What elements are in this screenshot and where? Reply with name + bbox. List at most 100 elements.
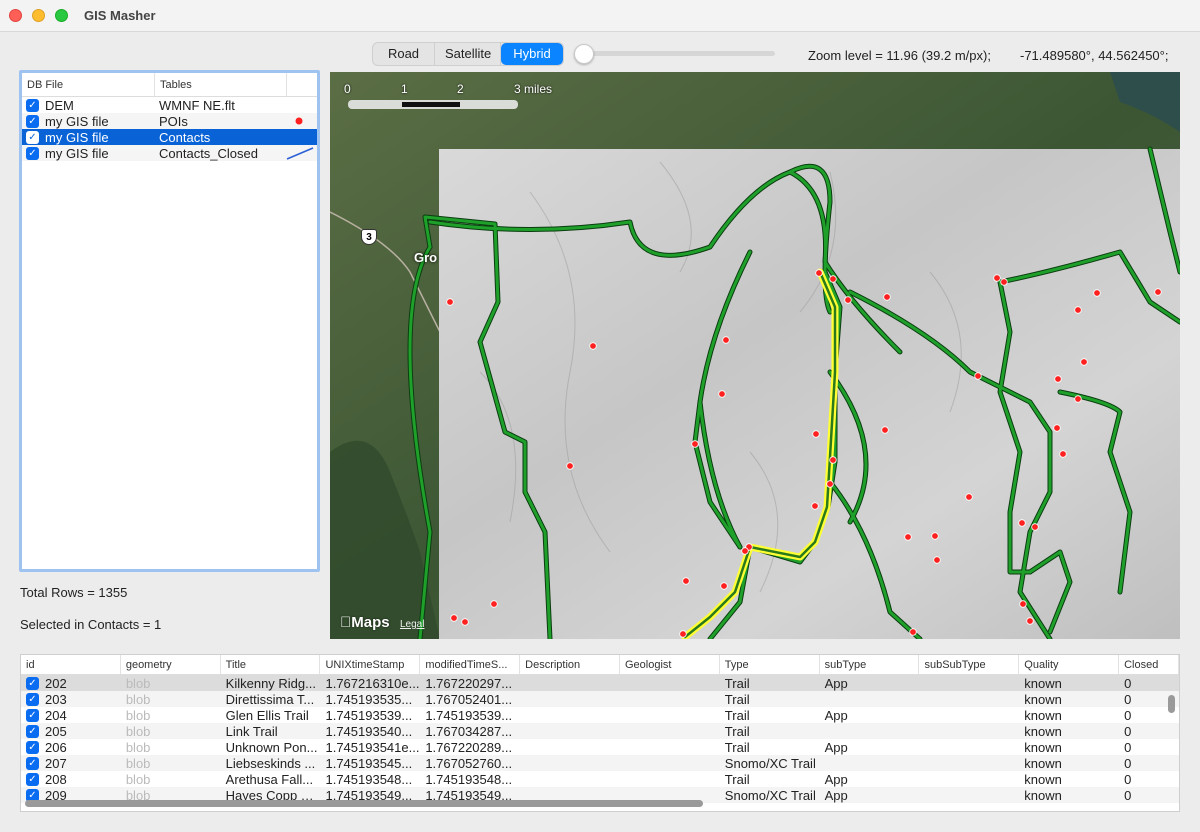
column-header-description[interactable]: Description bbox=[520, 655, 620, 674]
column-header-db-file[interactable]: DB File bbox=[22, 73, 155, 96]
db-table-row[interactable]: ✓ my GIS file Contacts bbox=[22, 129, 317, 145]
poi-marker[interactable] bbox=[815, 269, 823, 277]
poi-marker[interactable] bbox=[993, 274, 1001, 282]
poi-marker[interactable] bbox=[1093, 289, 1101, 297]
column-header-geometry[interactable]: geometry bbox=[121, 655, 221, 674]
map-type-hybrid-button[interactable]: Hybrid bbox=[501, 43, 563, 65]
poi-marker[interactable] bbox=[826, 480, 834, 488]
minimize-window-button[interactable] bbox=[32, 9, 45, 22]
column-header-title[interactable]: Title bbox=[221, 655, 321, 674]
poi-marker[interactable] bbox=[461, 618, 469, 626]
poi-marker[interactable] bbox=[450, 614, 458, 622]
poi-marker[interactable] bbox=[1074, 395, 1082, 403]
poi-marker[interactable] bbox=[881, 426, 889, 434]
db-file-cell: ✓ my GIS file bbox=[22, 146, 155, 161]
row-checkbox[interactable]: ✓ bbox=[26, 772, 39, 786]
table-row[interactable]: ✓ 202 blob Kilkenny Ridg... 1.767216310e... 1… bbox=[21, 675, 1179, 691]
cell-geometry: blob bbox=[125, 723, 151, 739]
column-header-subsubtype[interactable]: subSubType bbox=[919, 655, 1020, 674]
zoom-slider-knob[interactable] bbox=[573, 44, 594, 64]
poi-marker[interactable] bbox=[741, 547, 749, 555]
table-row[interactable]: ✓ 203 blob Direttissima T... 1.745193535... 1… bbox=[21, 691, 1179, 707]
poi-marker[interactable] bbox=[811, 502, 819, 510]
scale-label-1: 1 bbox=[401, 82, 408, 96]
maps-legal-link[interactable]: Legal bbox=[400, 619, 424, 630]
db-file-table[interactable]: DB File Tables ✓ DEM WMNF NE.flt ✓ my GIS fi… bbox=[19, 70, 320, 572]
poi-marker[interactable] bbox=[974, 372, 982, 380]
zoom-slider-track[interactable] bbox=[578, 51, 775, 56]
poi-marker[interactable] bbox=[679, 630, 687, 638]
poi-marker[interactable] bbox=[1074, 306, 1082, 314]
cell-type: Trail bbox=[724, 739, 750, 755]
horizontal-scrollbar[interactable] bbox=[25, 800, 703, 807]
db-table-row[interactable]: ✓ my GIS file Contacts_Closed bbox=[22, 145, 317, 161]
town-label: Gro bbox=[414, 250, 438, 265]
poi-marker[interactable] bbox=[933, 556, 941, 564]
row-checkbox[interactable]: ✓ bbox=[26, 676, 39, 690]
poi-marker[interactable] bbox=[904, 533, 912, 541]
poi-marker[interactable] bbox=[446, 298, 454, 306]
table-row[interactable]: ✓ 208 blob Arethusa Fall... 1.745193548... 1.… bbox=[21, 771, 1179, 787]
poi-marker[interactable] bbox=[1026, 617, 1034, 625]
poi-marker[interactable] bbox=[1019, 600, 1027, 608]
poi-marker[interactable] bbox=[1154, 288, 1162, 296]
poi-marker[interactable] bbox=[1080, 358, 1088, 366]
column-header-geologist[interactable]: Geologist bbox=[620, 655, 720, 674]
column-header-unix-timestamp[interactable]: UNIXtimeStamp bbox=[320, 655, 421, 674]
close-window-button[interactable] bbox=[9, 9, 22, 22]
table-row[interactable]: ✓ 207 blob Liebseskinds ... 1.745193545... 1.… bbox=[21, 755, 1179, 771]
poi-marker[interactable] bbox=[1031, 523, 1039, 531]
poi-marker[interactable] bbox=[1054, 375, 1062, 383]
poi-marker[interactable] bbox=[490, 600, 498, 608]
poi-marker[interactable] bbox=[718, 390, 726, 398]
column-header-subtype[interactable]: subType bbox=[820, 655, 920, 674]
row-checkbox[interactable]: ✓ bbox=[26, 708, 39, 722]
poi-marker[interactable] bbox=[1059, 450, 1067, 458]
poi-marker[interactable] bbox=[566, 462, 574, 470]
row-checkbox[interactable]: ✓ bbox=[26, 740, 39, 754]
poi-marker[interactable] bbox=[829, 275, 837, 283]
column-header-tables[interactable]: Tables bbox=[155, 73, 287, 96]
map-type-road-button[interactable]: Road bbox=[373, 43, 435, 65]
row-checkbox[interactable]: ✓ bbox=[26, 756, 39, 770]
row-checkbox[interactable]: ✓ bbox=[26, 724, 39, 738]
column-header-id[interactable]: id bbox=[21, 655, 121, 674]
poi-marker[interactable] bbox=[691, 440, 699, 448]
layer-visible-checkbox[interactable]: ✓ bbox=[26, 146, 39, 160]
column-header-quality[interactable]: Quality bbox=[1019, 655, 1120, 674]
layer-visible-checkbox[interactable]: ✓ bbox=[26, 98, 39, 112]
poi-marker[interactable] bbox=[965, 493, 973, 501]
poi-marker[interactable] bbox=[682, 577, 690, 585]
vertical-scrollbar[interactable] bbox=[1168, 695, 1175, 713]
poi-marker[interactable] bbox=[1000, 278, 1008, 286]
poi-marker[interactable] bbox=[1018, 519, 1026, 527]
table-row[interactable]: ✓ 205 blob Link Trail 1.745193540... 1.767034… bbox=[21, 723, 1179, 739]
poi-marker[interactable] bbox=[931, 532, 939, 540]
column-header-closed[interactable]: Closed bbox=[1119, 655, 1179, 674]
poi-marker[interactable] bbox=[829, 456, 837, 464]
contacts-data-table[interactable]: id geometry Title UNIXtimeStamp modified… bbox=[20, 654, 1180, 812]
poi-marker[interactable] bbox=[883, 293, 891, 301]
poi-marker[interactable] bbox=[589, 342, 597, 350]
poi-marker[interactable] bbox=[844, 296, 852, 304]
layer-visible-checkbox[interactable]: ✓ bbox=[26, 114, 39, 128]
layer-symbol bbox=[285, 113, 317, 129]
map-type-satellite-button[interactable]: Satellite bbox=[435, 43, 501, 65]
poi-marker[interactable] bbox=[722, 336, 730, 344]
db-table-row[interactable]: ✓ DEM WMNF NE.flt bbox=[22, 97, 317, 113]
layer-visible-checkbox[interactable]: ✓ bbox=[26, 130, 39, 144]
poi-marker[interactable] bbox=[720, 582, 728, 590]
map-view[interactable]: 0 1 2 3 miles 3 Gro Maps Legal bbox=[330, 72, 1180, 639]
poi-marker[interactable] bbox=[909, 628, 917, 636]
scale-bar-segment bbox=[402, 102, 460, 107]
db-table-row[interactable]: ✓ my GIS file POIs bbox=[22, 113, 317, 129]
column-header-type[interactable]: Type bbox=[720, 655, 820, 674]
zoom-window-button[interactable] bbox=[55, 9, 68, 22]
column-header-modified-timestamp[interactable]: modifiedTimeS... bbox=[420, 655, 521, 674]
poi-marker[interactable] bbox=[812, 430, 820, 438]
table-row[interactable]: ✓ 206 blob Unknown Pon... 1.745193541e... 1.7… bbox=[21, 739, 1179, 755]
poi-marker[interactable] bbox=[1053, 424, 1061, 432]
table-row[interactable]: ✓ 204 blob Glen Ellis Trail 1.745193539... 1.… bbox=[21, 707, 1179, 723]
row-checkbox[interactable]: ✓ bbox=[26, 692, 39, 706]
cell-mod: 1.745193539... bbox=[425, 707, 513, 723]
